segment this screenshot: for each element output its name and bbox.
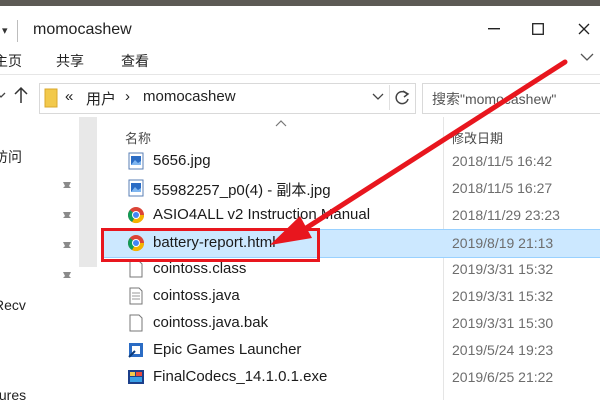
file-row[interactable]: FinalCodecs_14.1.0.1.exe 2019/6/25 21:22 (101, 364, 600, 391)
column-header-name[interactable]: 名称 (125, 128, 151, 147)
blank-file-icon (129, 260, 143, 278)
file-name: ASIO4ALL v2 Instruction Manual (153, 206, 371, 223)
file-name: cointoss.java.bak (153, 314, 269, 331)
pin-icon[interactable] (60, 239, 74, 253)
file-name: Epic Games Launcher (153, 341, 302, 358)
minimize-button[interactable] (470, 14, 518, 44)
text-file-icon (129, 287, 143, 305)
file-modified-date: 2018/11/5 16:42 (452, 153, 553, 169)
address-dropdown-icon[interactable] (372, 92, 384, 102)
file-modified-date: 2018/11/5 16:27 (452, 180, 553, 196)
file-row[interactable]: Epic Games Launcher 2019/5/24 19:23 (101, 337, 600, 364)
tab-home[interactable]: 主页 (0, 51, 22, 71)
address-divider (389, 85, 390, 110)
navigation-scrollbar[interactable] (79, 117, 97, 267)
pin-icon[interactable] (60, 269, 74, 283)
breadcrumb-separator: › (125, 88, 130, 105)
sidebar-item-pictures[interactable]: ctures (0, 387, 26, 403)
file-modified-date: 2019/5/24 19:23 (452, 342, 554, 358)
sidebar-item-quick-access[interactable]: 访问 (0, 147, 22, 167)
file-row[interactable]: 55982257_p0(4) - 副本.jpg 2018/11/5 16:27 (101, 175, 600, 202)
close-icon (578, 23, 590, 35)
file-name: cointoss.java (153, 287, 240, 304)
file-modified-date: 2019/3/31 15:32 (452, 261, 554, 277)
file-name: 55982257_p0(4) - 副本.jpg (153, 182, 331, 199)
refresh-icon[interactable] (393, 89, 411, 107)
recent-locations-chevron-icon[interactable] (0, 89, 6, 101)
file-name: 5656.jpg (153, 152, 211, 169)
highlight-box (101, 228, 320, 262)
search-input[interactable]: 搜索"momocashew" (422, 83, 600, 114)
ribbon: 主页 共享 查看 (0, 44, 600, 75)
tab-view[interactable]: 查看 (121, 51, 149, 71)
shortcut-icon (128, 343, 143, 358)
ribbon-expand-chevron-icon[interactable] (580, 52, 594, 62)
maximize-icon (532, 23, 544, 35)
pin-icon[interactable] (60, 209, 74, 223)
sidebar-item-recv[interactable]: Recv (0, 297, 26, 313)
file-row[interactable]: cointoss.java 2019/3/31 15:32 (101, 283, 600, 310)
search-placeholder: 搜索"momocashew" (432, 91, 557, 107)
file-name: cointoss.class (153, 260, 247, 277)
file-row[interactable]: cointoss.java.bak 2019/3/31 15:30 (101, 310, 600, 337)
title-bar: ▾ momocashew (0, 6, 600, 44)
file-modified-date: 2018/11/29 23:23 (452, 207, 560, 223)
file-row[interactable]: 5656.jpg 2018/11/5 16:42 (101, 148, 600, 175)
breadcrumb-momocashew[interactable]: momocashew (143, 88, 236, 105)
image-file-icon (128, 179, 144, 197)
breadcrumb-users[interactable]: 用户 (86, 88, 116, 109)
file-name: FinalCodecs_14.1.0.1.exe (153, 368, 328, 385)
blank-file-icon (129, 314, 143, 332)
close-button[interactable] (560, 14, 600, 44)
maximize-button[interactable] (514, 14, 562, 44)
address-overflow-icon[interactable]: « (65, 88, 73, 105)
tab-share[interactable]: 共享 (56, 51, 84, 71)
window-title: momocashew (33, 21, 132, 38)
pin-icon[interactable] (60, 179, 74, 193)
file-modified-date: 2019/8/19 21:13 (452, 235, 554, 251)
folder-icon (44, 88, 58, 108)
title-separator (17, 20, 18, 42)
up-arrow-icon[interactable] (13, 86, 29, 104)
sort-ascending-icon (275, 120, 287, 127)
image-file-icon (128, 152, 144, 170)
minimize-icon (488, 28, 500, 30)
file-modified-date: 2019/6/25 21:22 (452, 369, 554, 385)
file-row[interactable]: ASIO4ALL v2 Instruction Manual 2018/11/29… (101, 202, 600, 229)
file-modified-date: 2019/3/31 15:32 (452, 288, 554, 304)
file-modified-date: 2019/3/31 15:30 (452, 315, 554, 331)
installer-icon (128, 370, 144, 384)
column-header-date[interactable]: 修改日期 (451, 128, 503, 147)
chrome-icon (127, 207, 145, 224)
quick-access-dropdown-icon[interactable]: ▾ (2, 24, 8, 37)
